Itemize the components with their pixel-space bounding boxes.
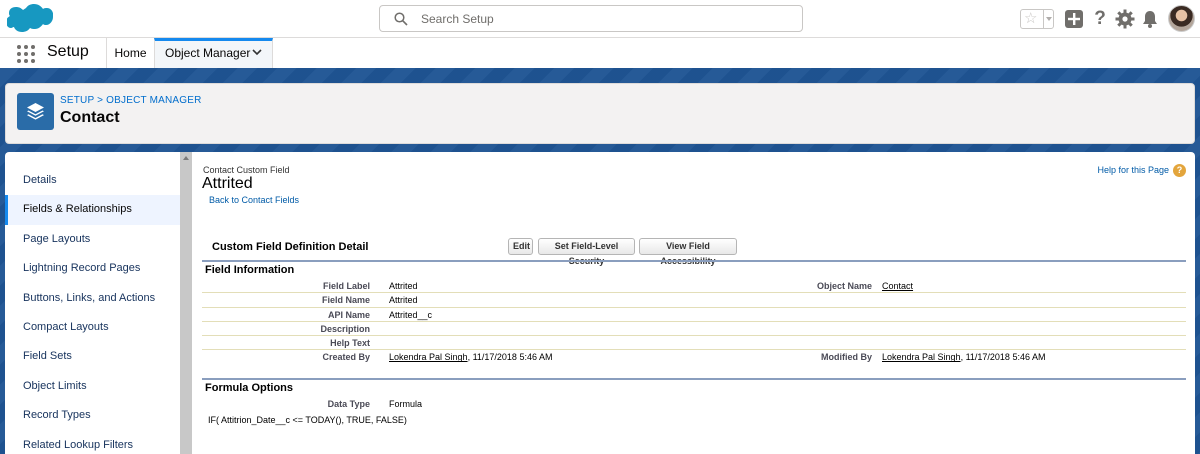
detail-row: Description [202,322,1186,337]
sidebar: Details Fields & Relationships Page Layo… [5,166,180,454]
view-field-accessibility-button[interactable]: View Field Accessibility [639,238,737,266]
sidebar-item-lightning-record-pages[interactable]: Lightning Record Pages [5,254,180,283]
avatar[interactable] [1168,5,1195,32]
app-nav: Setup Home Object Manager [0,38,1200,68]
field-information-title: Field Information [205,264,295,276]
chevron-down-icon[interactable] [252,47,262,57]
search-icon [394,12,408,26]
object-header: SETUP > OBJECT MANAGER Contact [5,83,1195,144]
data-type-value: Formula [389,399,423,409]
app-launcher-icon[interactable] [17,45,35,63]
field-name-label: Field Name [321,295,370,306]
field-name-value: Attrited [389,295,418,306]
formula-options-block: Formula Options Data Type Formula [202,378,1186,411]
field-detail-content: Contact Custom Field Attrited Back to Co… [198,152,1188,454]
help-badge-icon: ? [1173,164,1186,177]
global-header: Search Setup ☆ ? [0,0,1200,38]
tab-object-manager-label: Object Manager [165,46,251,60]
description-label: Description [320,323,370,334]
sidebar-item-buttons-links-actions[interactable]: Buttons, Links, and Actions [5,284,180,313]
sidebar-item-details[interactable]: Details [5,166,180,195]
tab-home[interactable]: Home [106,38,154,68]
page-title: Contact [60,109,120,126]
data-type-label: Data Type [327,399,370,409]
help-for-page-link[interactable]: Help for this Page? [1097,164,1186,177]
modified-by-label: Modified By [821,352,872,363]
modified-by-value: Lokendra Pal Singh, 11/17/2018 5:46 AM [882,352,1045,362]
object-manager-layers-icon [17,93,54,130]
sidebar-item-related-lookup-filters[interactable]: Related Lookup Filters [5,431,180,454]
object-name-label: Object Name [816,281,872,291]
sidebar-item-page-layouts[interactable]: Page Layouts [5,225,180,254]
sidebar-item-fields-relationships[interactable]: Fields & Relationships [5,195,180,225]
detail-row: Created By Lokendra Pal Singh, 11/17/201… [202,350,1186,364]
help-text-label: Help Text [330,338,370,349]
search-box[interactable]: Search Setup [379,5,803,32]
main-card: Details Fields & Relationships Page Layo… [5,152,1195,454]
detail-row: Help Text [202,336,1186,351]
set-field-level-security-button[interactable]: Set Field-Level Security [538,238,635,266]
created-by-user-link[interactable]: Lokendra Pal Singh [389,352,468,362]
scroll-up-arrow-icon[interactable] [183,156,189,160]
detail-row: Field Name Attrited [202,293,1186,308]
sidebar-item-record-types[interactable]: Record Types [5,401,180,430]
created-by-value: Lokendra Pal Singh, 11/17/2018 5:46 AM [389,352,552,362]
gear-icon[interactable] [1115,9,1135,29]
detail-row: API Name Attrited__c [202,308,1186,322]
edit-button[interactable]: Edit [508,238,533,255]
created-by-date: , 11/17/2018 5:46 AM [467,352,553,363]
breadcrumb[interactable]: SETUP > OBJECT MANAGER [60,95,202,106]
object-field-eyebrow: Contact Custom Field [203,165,290,175]
detail-row: Field Label Attrited Object Name Contact [202,279,1186,294]
app-name: Setup [47,43,89,60]
favorites-dropdown-icon[interactable] [1043,10,1054,28]
field-label-label: Field Label [322,281,370,291]
field-information-block: Field Information Field Label Attrited O… [202,260,1186,365]
back-to-fields-link[interactable]: Back to Contact Fields [209,195,299,205]
api-name-value: Attrited__c [389,309,433,320]
detail-row: Data Type Formula [202,397,1186,411]
api-name-label: API Name [327,309,370,320]
formula-options-title: Formula Options [205,382,293,394]
add-icon[interactable] [1064,9,1084,29]
formula-text: IF( Attitrion_Date__c <= TODAY(), TRUE, … [208,415,407,425]
scrollbar[interactable] [180,152,192,454]
field-label-value: Attrited [389,281,418,291]
favorites-button[interactable]: ☆ [1020,9,1054,29]
help-link-label: Help for this Page [1097,164,1169,175]
salesforce-cloud-icon[interactable] [7,3,53,35]
sidebar-item-field-sets[interactable]: Field Sets [5,342,180,371]
created-by-label: Created By [322,352,370,363]
search-placeholder: Search Setup [421,12,494,26]
field-title: Attrited [202,175,253,192]
help-icon[interactable]: ? [1090,9,1110,29]
tab-object-manager[interactable]: Object Manager [154,38,273,68]
object-name-link[interactable]: Contact [882,281,913,291]
sidebar-item-object-limits[interactable]: Object Limits [5,372,180,401]
modified-by-date: , 11/17/2018 5:46 AM [960,352,1046,363]
sidebar-item-compact-layouts[interactable]: Compact Layouts [5,313,180,342]
star-icon: ☆ [1024,10,1038,27]
bell-icon[interactable] [1140,9,1160,29]
section-title: Custom Field Definition Detail [212,241,369,253]
modified-by-user-link[interactable]: Lokendra Pal Singh [882,352,961,362]
